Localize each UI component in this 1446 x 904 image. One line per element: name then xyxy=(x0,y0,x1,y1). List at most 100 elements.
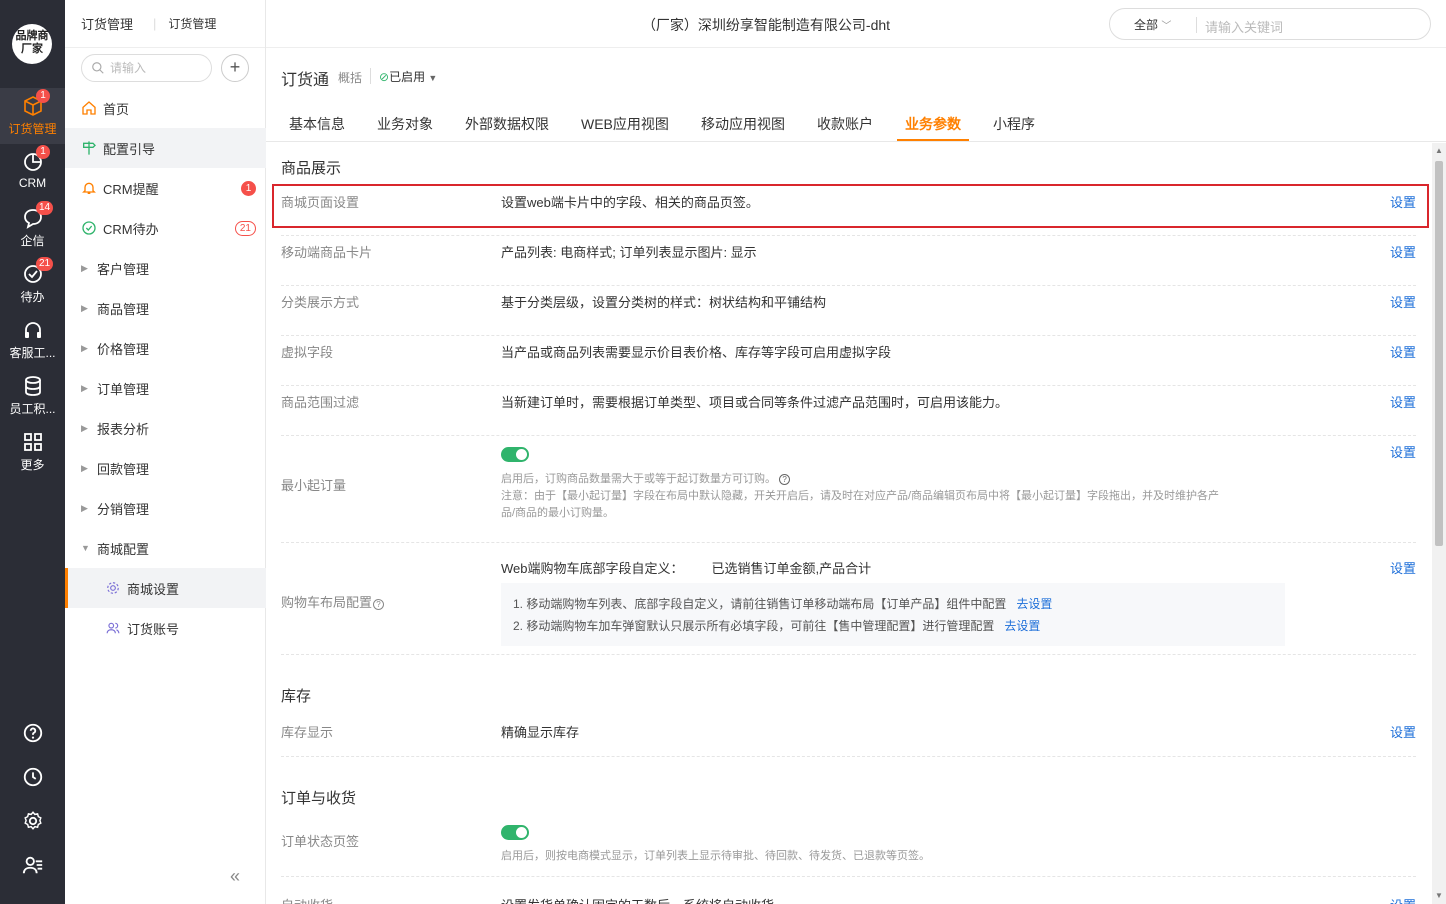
go-settings-link[interactable]: 去设置 xyxy=(1004,619,1040,633)
cart-desc-value: 已选销售订单金额,产品合计 xyxy=(711,561,872,576)
rail-item-more[interactable]: 更多 xyxy=(0,424,65,480)
rail-item-todo[interactable]: 21 待办 xyxy=(0,256,65,312)
sidebar-item-crm-reminder[interactable]: CRM提醒 1 xyxy=(65,168,266,208)
rail-item-customer-service[interactable]: 客服工... xyxy=(0,312,65,368)
sidebar-item-order-management[interactable]: ▶ 订单管理 xyxy=(65,368,266,408)
sidebar-item-crm-todo[interactable]: CRM待办 21 xyxy=(65,208,266,248)
signpost-icon xyxy=(81,140,97,156)
status-dropdown[interactable]: ⊘已启用 ▼ xyxy=(379,68,437,85)
setting-label: 商品范围过滤 xyxy=(281,395,360,410)
bell-icon xyxy=(81,180,97,196)
setting-note: 启用后，则按电商模式显示，订单列表上显示待审批、待回款、待发货、已退款等页签。 xyxy=(501,850,930,862)
secondary-sidebar: 订货管理 | 订货管理 请输入 + 首页 配置引导 CRM提醒 1 CRM待办 … xyxy=(65,0,266,904)
chevron-down-icon: ﹀ xyxy=(1161,21,1172,32)
count-badge: 1 xyxy=(241,180,256,196)
help-icon: ? xyxy=(779,474,791,485)
settings-body: 商品展示 商城页面设置 设置web端卡片中的字段、相关的商品页签。 设置 移动端… xyxy=(266,143,1432,904)
settings-link[interactable]: 设置 xyxy=(1390,722,1416,741)
settings-link[interactable]: 设置 xyxy=(1390,192,1416,211)
setting-label: 商城页面设置 xyxy=(281,195,360,210)
profile-button[interactable] xyxy=(0,846,65,886)
caret-right-icon: ▶ xyxy=(81,262,88,273)
tab-business-objects[interactable]: 业务对象 xyxy=(377,114,433,134)
rail-item-label: 员工积... xyxy=(9,402,56,416)
setting-row: 移动端商品卡片 产品列表: 电商样式; 订单列表显示图片: 显示 设置 xyxy=(281,236,1416,286)
rail-item-label: 更多 xyxy=(20,458,45,472)
rail-item-label: 客服工... xyxy=(9,346,56,360)
page-title: 订货通 xyxy=(281,72,330,89)
sidebar-item-order-account[interactable]: 订货账号 xyxy=(65,608,266,648)
top-bar: （厂家）深圳纷享智能制造有限公司-dht 全部 ﹀ 请输入关键词 xyxy=(266,0,1446,48)
go-settings-link[interactable]: 去设置 xyxy=(1016,597,1052,611)
tab-external-data-permissions[interactable]: 外部数据权限 xyxy=(465,114,549,134)
setting-desc: 精确显示库存 xyxy=(501,725,580,740)
sidebar-item-label: 价格管理 xyxy=(97,341,150,357)
sidebar-item-label: 首页 xyxy=(103,101,130,117)
rail-badge: 14 xyxy=(36,201,54,215)
sidebar-item-payment-management[interactable]: ▶ 回款管理 xyxy=(65,448,266,488)
sidebar-item-price-management[interactable]: ▶ 价格管理 xyxy=(65,328,266,368)
setting-label: 虚拟字段 xyxy=(281,345,334,360)
sidebar-item-distribution-management[interactable]: ▶ 分销管理 xyxy=(65,488,266,528)
note-line: 注意：由于【最小起订量】字段在布局中默认隐藏，开关开启后，请及时在对应产品/商品… xyxy=(501,490,1220,502)
users-icon xyxy=(105,620,121,636)
sidebar-item-label: 回款管理 xyxy=(97,461,150,477)
setting-row-min-order: 最小起订量 启用后，订购商品数量需大于或等于起订数量方可订购。 ? 注意：由于【… xyxy=(281,436,1416,543)
scroll-down-icon[interactable]: ▼ xyxy=(1435,891,1443,900)
tab-mobile-app-view[interactable]: 移动应用视图 xyxy=(701,114,785,134)
rail-item-employee-points[interactable]: 员工积... xyxy=(0,368,65,424)
breadcrumb-item[interactable]: 订货管理 xyxy=(81,14,133,33)
count-badge: 21 xyxy=(234,220,256,236)
cart-info-line: 1. 移动端购物车列表、底部字段自定义，请前往销售订单移动端布局【订单产品】组件… xyxy=(513,597,1007,611)
order-status-tabs-toggle[interactable] xyxy=(501,825,529,840)
history-button[interactable] xyxy=(0,758,65,798)
gear-icon xyxy=(105,580,121,596)
breadcrumb-item[interactable]: 订货管理 xyxy=(168,15,216,32)
collapse-sidebar-button[interactable]: « xyxy=(230,866,240,887)
rail-item-crm[interactable]: 1 CRM xyxy=(0,144,65,200)
scroll-thumb[interactable] xyxy=(1435,161,1443,546)
rail-item-label: 企信 xyxy=(20,234,45,248)
add-button[interactable]: + xyxy=(221,54,249,82)
setting-label: 最小起订量 xyxy=(281,478,347,493)
sidebar-item-home[interactable]: 首页 xyxy=(65,88,266,128)
sidebar-item-label: 配置引导 xyxy=(103,141,156,157)
settings-link[interactable]: 设置 xyxy=(1390,392,1416,411)
global-search[interactable]: 全部 ﹀ 请输入关键词 xyxy=(1109,8,1431,40)
settings-link[interactable]: 设置 xyxy=(1390,442,1416,461)
sidebar-item-label: CRM待办 xyxy=(103,221,159,237)
rail-item-order-management[interactable]: 1 订货管理 xyxy=(0,88,65,144)
vertical-scrollbar[interactable]: ▲ ▼ xyxy=(1432,143,1446,904)
section-title: 订单与收货 xyxy=(281,790,357,807)
settings-link[interactable]: 设置 xyxy=(1390,292,1416,311)
sidebar-item-customer-management[interactable]: ▶ 客户管理 xyxy=(65,248,266,288)
sidebar-item-report-analysis[interactable]: ▶ 报表分析 xyxy=(65,408,266,448)
tab-payment-accounts[interactable]: 收款账户 xyxy=(817,114,873,134)
scroll-up-icon[interactable]: ▲ xyxy=(1435,146,1443,155)
setting-label-text: 购物车布局配置 xyxy=(281,595,373,610)
sidebar-item-mall-settings[interactable]: 商城设置 xyxy=(65,568,266,608)
sidebar-search-input[interactable]: 请输入 xyxy=(81,54,212,82)
search-scope-select[interactable]: 全部 ﹀ xyxy=(1134,16,1171,33)
tab-web-app-view[interactable]: WEB应用视图 xyxy=(581,114,669,134)
tab-business-params[interactable]: 业务参数 xyxy=(905,114,961,134)
min-order-toggle[interactable] xyxy=(501,447,529,462)
tab-basic-info[interactable]: 基本信息 xyxy=(289,114,345,134)
settings-button[interactable] xyxy=(0,802,65,842)
note-line: 启用后，订购商品数量需大于或等于起订数量方可订购。 xyxy=(501,473,776,485)
sidebar-item-mall-config[interactable]: ▼ 商城配置 xyxy=(65,528,266,568)
rail-item-messenger[interactable]: 14 企信 xyxy=(0,200,65,256)
sidebar-item-product-management[interactable]: ▶ 商品管理 xyxy=(65,288,266,328)
brand-logo[interactable]: 品牌商厂家 xyxy=(12,24,52,64)
help-button[interactable] xyxy=(0,714,65,754)
tab-mini-program[interactable]: 小程序 xyxy=(993,114,1035,134)
sidebar-item-setup-guide[interactable]: 配置引导 xyxy=(65,128,266,168)
settings-link[interactable]: 设置 xyxy=(1390,242,1416,261)
settings-link[interactable]: 设置 xyxy=(1390,342,1416,361)
caret-right-icon: ▶ xyxy=(81,342,88,353)
setting-desc: 当新建订单时，需要根据订单类型、项目或合同等条件过滤产品范围时，可启用该能力。 xyxy=(501,395,1009,410)
settings-link[interactable]: 设置 xyxy=(1390,895,1416,904)
settings-link[interactable]: 设置 xyxy=(1390,558,1416,577)
sidebar-item-label: 报表分析 xyxy=(97,421,150,437)
page-subtitle[interactable]: 概括 xyxy=(338,69,362,86)
